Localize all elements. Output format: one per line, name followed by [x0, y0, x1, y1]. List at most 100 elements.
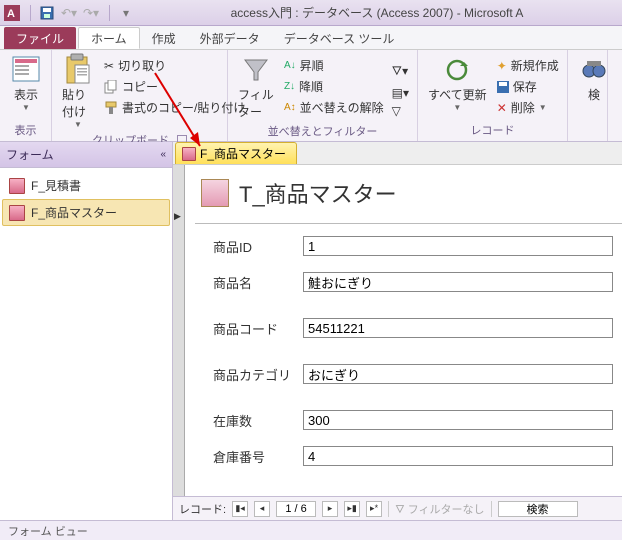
label-product-id: 商品ID: [213, 237, 303, 256]
refresh-all-button[interactable]: すべて更新 ▼: [424, 52, 491, 114]
tab-external-data[interactable]: 外部データ: [188, 27, 272, 49]
group-view: 表示 ▼ 表示: [0, 50, 52, 141]
tab-database-tools[interactable]: データベース ツール: [272, 27, 407, 49]
form-area: F_商品マスター T_商品マスター 商品ID 商品名 商品コード 商品カテゴリ …: [173, 142, 622, 520]
field-product-code[interactable]: [303, 318, 613, 338]
view-button[interactable]: 表示 ▼: [6, 52, 46, 114]
filter-button[interactable]: フィルター: [234, 52, 278, 122]
filter-advanced-icon: ▤▾: [392, 86, 409, 100]
nav-item-estimate-form[interactable]: F_見積書: [2, 172, 170, 199]
cut-button[interactable]: ✂ 切り取り: [102, 56, 247, 75]
copy-button[interactable]: コピー: [102, 77, 247, 96]
tab-home[interactable]: ホーム: [78, 27, 140, 49]
filter-selection-icon: 🜄▾: [392, 57, 409, 82]
tab-file[interactable]: ファイル: [4, 27, 76, 49]
field-warehouse[interactable]: [303, 446, 613, 466]
ribbon: 表示 ▼ 表示 貼り付け ▼ ✂ 切り取り コピー: [0, 50, 622, 142]
first-record-button[interactable]: ▮◂: [232, 501, 248, 517]
svg-text:A: A: [7, 8, 15, 20]
form-tabstrip: F_商品マスター: [173, 142, 622, 164]
field-product-name[interactable]: [303, 272, 613, 292]
form-object-icon: [9, 178, 25, 194]
form-header: T_商品マスター: [195, 171, 622, 224]
nav-header[interactable]: フォーム «: [0, 142, 172, 168]
copy-icon: [104, 80, 118, 94]
field-stock[interactable]: [303, 410, 613, 430]
last-record-button[interactable]: ▸▮: [344, 501, 360, 517]
funnel-icon: [240, 54, 272, 86]
form-object-icon: [9, 205, 25, 221]
save-icon: [497, 81, 509, 93]
paste-button[interactable]: 貼り付け ▼: [58, 52, 98, 131]
chevron-down-icon: ▼: [22, 103, 30, 112]
quick-access-toolbar: A ↶▾ ↷▾ ▾: [4, 5, 136, 21]
form-logo-icon: [201, 179, 229, 207]
no-filter-indicator: 🜄 フィルターなし: [395, 498, 484, 520]
ribbon-tabs: ファイル ホーム 作成 外部データ データベース ツール: [0, 26, 622, 50]
save-icon[interactable]: [39, 5, 55, 21]
toggle-filter-button[interactable]: ▽: [390, 103, 411, 119]
new-icon: ✦: [497, 59, 507, 73]
form-object-icon: [182, 147, 196, 161]
status-bar: フォーム ビュー: [0, 520, 622, 540]
paste-icon: [62, 54, 94, 86]
tab-create[interactable]: 作成: [140, 27, 188, 49]
advanced-filter-button[interactable]: ▤▾: [390, 85, 411, 101]
find-button[interactable]: 検: [574, 52, 614, 105]
delete-record-button[interactable]: ✕ 削除▼: [495, 98, 561, 117]
group-clipboard: 貼り付け ▼ ✂ 切り取り コピー 書式のコピー/貼り付け クリップボード: [52, 50, 228, 141]
window-title: access入門 : データベース (Access 2007) - Micros…: [136, 4, 618, 21]
sort-desc-button[interactable]: Z↓ 降順: [282, 77, 386, 96]
new-record-button[interactable]: ✦ 新規作成: [495, 56, 561, 75]
redo-icon[interactable]: ↷▾: [83, 5, 99, 21]
label-product-code: 商品コード: [213, 319, 303, 338]
nav-item-product-master-form[interactable]: F_商品マスター: [2, 199, 170, 226]
label-stock: 在庫数: [213, 411, 303, 430]
undo-icon[interactable]: ↶▾: [61, 5, 77, 21]
form-view-icon: [10, 54, 42, 86]
delete-icon: ✕: [497, 101, 507, 115]
collapse-icon[interactable]: «: [160, 149, 166, 160]
prev-record-button[interactable]: ◂: [254, 501, 270, 517]
recnav-label: レコード:: [179, 501, 226, 517]
field-product-id[interactable]: [303, 236, 613, 256]
scissors-icon: ✂: [104, 59, 114, 73]
group-find: 検: [568, 50, 608, 141]
selection-filter-button[interactable]: 🜄▾: [390, 56, 411, 83]
binoculars-icon: [578, 54, 610, 86]
title-bar: A ↶▾ ↷▾ ▾ access入門 : データベース (Access 2007…: [0, 0, 622, 26]
field-category[interactable]: [303, 364, 613, 384]
label-product-name: 商品名: [213, 273, 303, 292]
form-tab-product-master[interactable]: F_商品マスター: [175, 142, 297, 164]
search-box[interactable]: [498, 501, 578, 517]
record-position-input[interactable]: [276, 501, 316, 517]
form-title: T_商品マスター: [239, 177, 397, 209]
record-selector[interactable]: [173, 165, 185, 496]
next-record-button[interactable]: ▸: [322, 501, 338, 517]
chevron-down-icon: ▼: [74, 120, 82, 129]
sort-desc-icon: Z↓: [284, 81, 295, 92]
qat-customize-icon[interactable]: ▾: [118, 5, 134, 21]
status-text: フォーム ビュー: [8, 523, 88, 539]
filter-toggle-icon: ▽: [392, 104, 401, 118]
refresh-icon: [441, 54, 473, 86]
label-category: 商品カテゴリ: [213, 365, 303, 384]
new-record-nav-button[interactable]: ▸*: [366, 501, 382, 517]
sort-asc-button[interactable]: A↓ 昇順: [282, 56, 386, 75]
clear-sort-button[interactable]: A↕ 並べ替えの解除: [282, 98, 386, 117]
form-surface: T_商品マスター 商品ID 商品名 商品コード 商品カテゴリ 在庫数 倉庫番号: [173, 164, 622, 496]
group-records: すべて更新 ▼ ✦ 新規作成 保存 ✕ 削除▼ レコード: [418, 50, 568, 141]
navigation-pane: フォーム « F_見積書 F_商品マスター: [0, 142, 173, 520]
work-area: フォーム « F_見積書 F_商品マスター F_商品マスター: [0, 142, 622, 520]
chevron-down-icon: ▼: [453, 103, 461, 112]
format-painter-button[interactable]: 書式のコピー/貼り付け: [102, 98, 247, 117]
label-warehouse: 倉庫番号: [213, 447, 303, 466]
nav-list: F_見積書 F_商品マスター: [0, 168, 172, 230]
save-record-button[interactable]: 保存: [495, 77, 561, 96]
brush-icon: [104, 101, 118, 115]
app-icon: A: [4, 5, 20, 21]
clear-sort-icon: A↕: [284, 102, 296, 113]
form-detail: 商品ID 商品名 商品コード 商品カテゴリ 在庫数 倉庫番号: [185, 224, 622, 466]
sort-asc-icon: A↓: [284, 60, 296, 71]
record-navigator: レコード: ▮◂ ◂ ▸ ▸▮ ▸* 🜄 フィルターなし: [173, 496, 622, 520]
